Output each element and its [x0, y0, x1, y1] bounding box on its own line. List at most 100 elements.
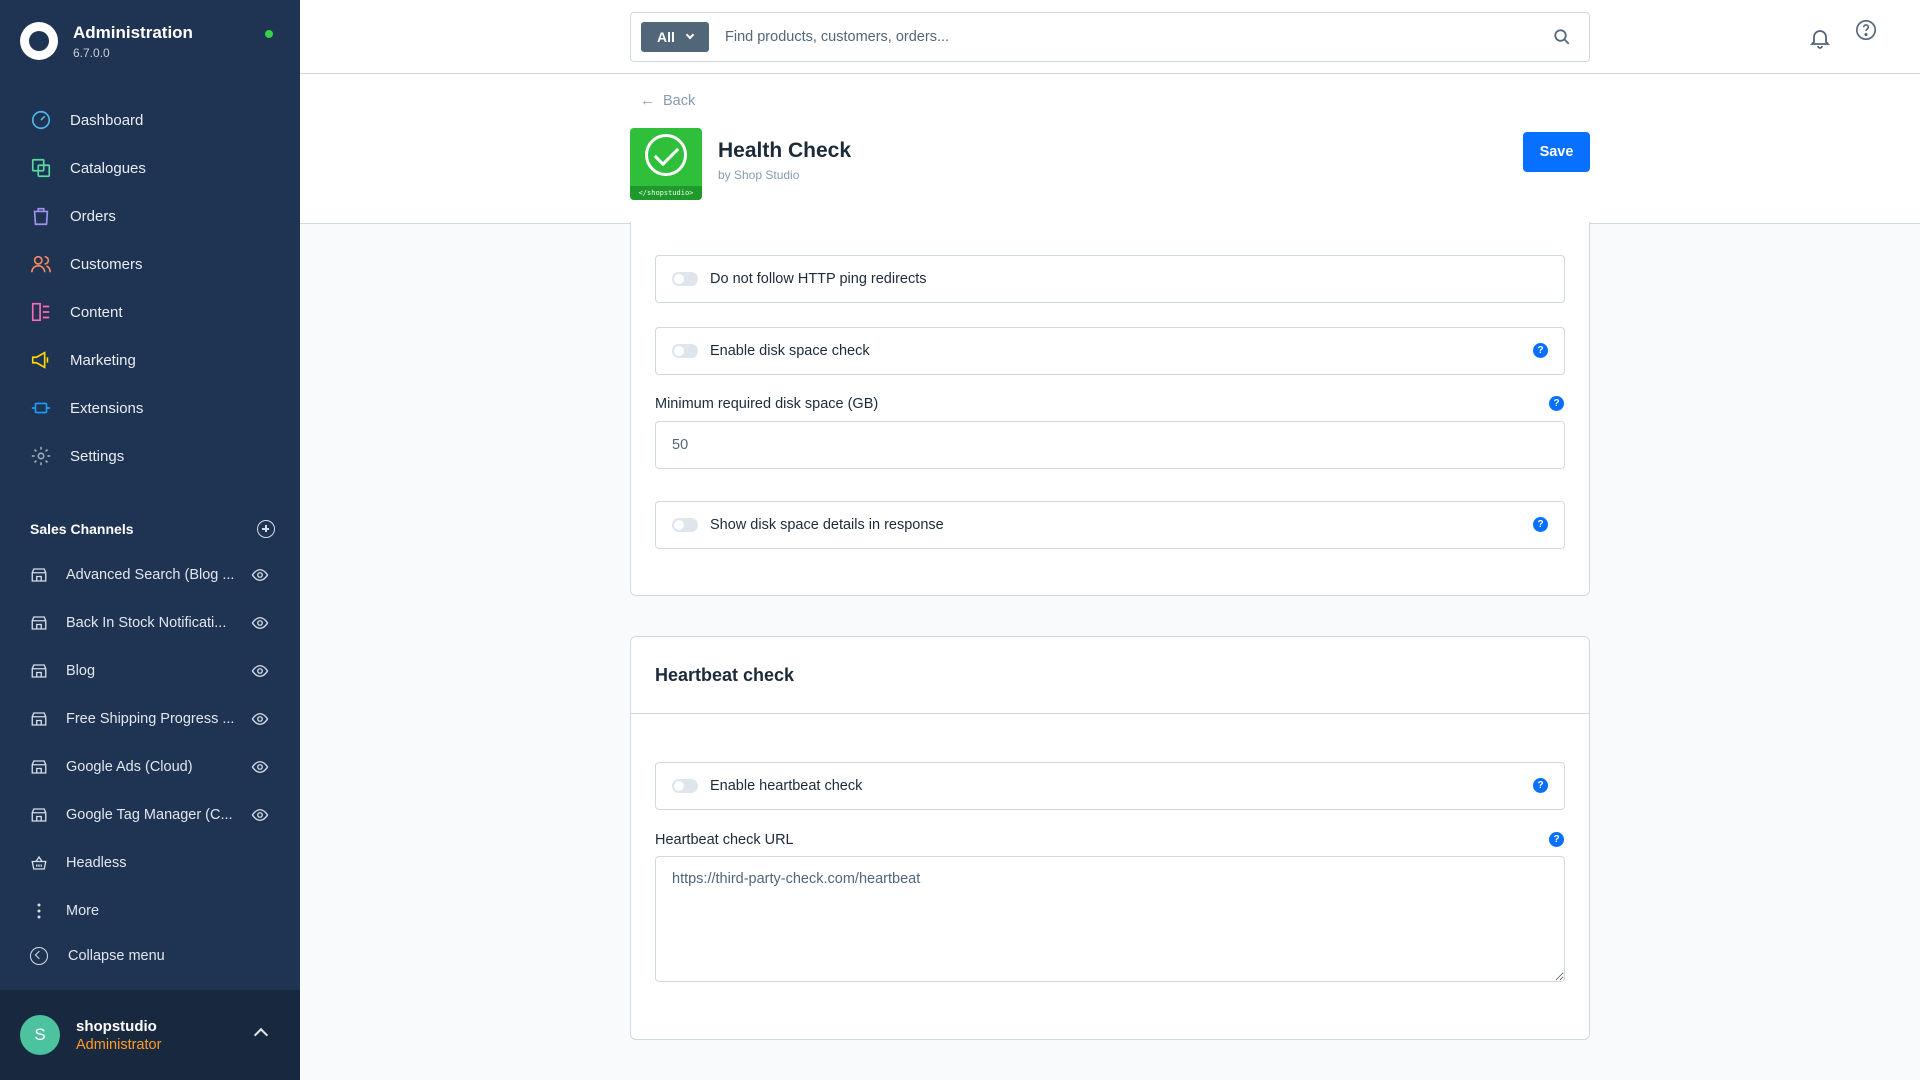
sales-channels-header: Sales Channels — [30, 520, 275, 538]
eye-icon[interactable] — [251, 614, 269, 632]
heartbeat-switch-row: Enable heartbeat check ? — [655, 762, 1565, 810]
help-icon[interactable]: ? — [1549, 396, 1564, 411]
bell-icon[interactable] — [1808, 26, 1832, 50]
sales-channels-title: Sales Channels — [30, 521, 134, 537]
min-disk-label: Minimum required disk space (GB) — [655, 396, 879, 412]
heartbeat-card-title: Heartbeat check — [631, 637, 1589, 714]
arrow-left-icon: ← — [640, 92, 655, 109]
add-sales-channel-icon[interactable] — [257, 520, 275, 538]
nav-item-catalogues[interactable]: Catalogues — [0, 144, 300, 192]
user-role: Administrator — [76, 1037, 162, 1053]
brand-title: Administration — [73, 22, 193, 42]
storefront-icon — [31, 664, 47, 678]
sales-channel-label: Free Shipping Progress ... — [66, 711, 235, 727]
nav-item-content[interactable]: Content — [0, 288, 300, 336]
search-type-dropdown[interactable]: All — [641, 22, 709, 52]
sidebar: Administration 6.7.0.0 Dashboard Catalog… — [0, 0, 300, 1080]
nav-label: Customers — [70, 255, 143, 273]
follow-redirects-toggle[interactable] — [672, 272, 698, 286]
nav-item-extensions[interactable]: Extensions — [0, 384, 300, 432]
sales-channel-item[interactable]: Google Tag Manager (C... — [0, 791, 300, 839]
help-icon[interactable]: ? — [1533, 517, 1548, 532]
eye-icon[interactable] — [251, 662, 269, 680]
heartbeat-card: Heartbeat check Enable heartbeat check ?… — [630, 636, 1590, 1040]
collapse-menu-label: Collapse menu — [68, 948, 165, 964]
eye-icon[interactable] — [251, 710, 269, 728]
sales-channel-label: Google Tag Manager (C... — [66, 807, 233, 823]
heartbeat-label: Enable heartbeat check — [710, 778, 863, 794]
nav-item-settings[interactable]: Settings — [0, 432, 300, 480]
help-icon[interactable]: ? — [1549, 832, 1564, 847]
disk-settings-card: Do not follow HTTP ping redirects Enable… — [630, 222, 1590, 596]
disk-check-switch-row: Enable disk space check ? — [655, 327, 1565, 375]
storefront-icon — [31, 568, 47, 582]
sales-channel-more[interactable]: More — [0, 887, 300, 935]
help-icon[interactable] — [1855, 19, 1877, 41]
heartbeat-url-textarea[interactable] — [655, 856, 1565, 982]
app-logo-caption: </shopstudio> — [630, 186, 702, 200]
shopware-logo-icon — [20, 22, 58, 60]
help-icon[interactable]: ? — [1533, 343, 1548, 358]
nav-item-marketing[interactable]: Marketing — [0, 336, 300, 384]
disk-details-label: Show disk space details in response — [710, 517, 944, 533]
more-vertical-icon — [37, 903, 41, 919]
save-button[interactable]: Save — [1523, 132, 1590, 172]
checkmark-icon — [645, 134, 687, 176]
sales-channel-item[interactable]: Google Ads (Cloud) — [0, 743, 300, 791]
nav-label: Extensions — [70, 399, 144, 417]
back-link[interactable]: ← Back — [640, 92, 695, 109]
min-disk-input[interactable] — [655, 421, 1565, 469]
follow-redirects-switch-row: Do not follow HTTP ping redirects — [655, 255, 1565, 303]
app-vendor: by Shop Studio — [718, 168, 800, 182]
disk-check-toggle[interactable] — [672, 344, 698, 358]
nav-label: Marketing — [70, 351, 136, 369]
global-search: All — [630, 12, 1590, 62]
nav-label: Settings — [70, 447, 125, 465]
search-type-label: All — [657, 29, 675, 45]
chevron-down-icon — [685, 30, 695, 40]
disk-check-label: Enable disk space check — [710, 343, 870, 359]
sales-channel-item[interactable]: Back In Stock Notificati... — [0, 599, 300, 647]
sales-channel-item[interactable]: Blog — [0, 647, 300, 695]
chevron-up-icon[interactable] — [253, 1027, 269, 1043]
headless-basket-icon — [31, 855, 47, 870]
search-icon[interactable] — [1553, 28, 1571, 46]
help-icon[interactable]: ? — [1533, 778, 1548, 793]
sales-channel-label: Back In Stock Notificati... — [66, 615, 227, 631]
collapse-menu-button[interactable]: Collapse menu — [30, 947, 165, 965]
customers-icon — [30, 253, 52, 275]
sales-channel-list: Advanced Search (Blog ... Back In Stock … — [0, 551, 300, 935]
extensions-icon — [30, 397, 52, 419]
sales-channel-label: Headless — [66, 855, 127, 871]
chevron-left-circle-icon — [30, 947, 48, 965]
page-title: Health Check — [718, 139, 852, 162]
status-dot — [265, 30, 273, 38]
heartbeat-url-label: Heartbeat check URL — [655, 832, 794, 848]
heartbeat-toggle[interactable] — [672, 779, 698, 793]
top-bar: All — [300, 0, 1920, 74]
sales-channel-item[interactable]: Headless — [0, 839, 300, 887]
nav-label: Dashboard — [70, 111, 144, 129]
user-menu[interactable]: S shopstudio Administrator — [0, 990, 300, 1080]
storefront-icon — [31, 712, 47, 726]
disk-details-toggle[interactable] — [672, 518, 698, 532]
eye-icon[interactable] — [251, 566, 269, 584]
dashboard-icon — [30, 109, 52, 131]
nav-item-orders[interactable]: Orders — [0, 192, 300, 240]
search-input[interactable] — [725, 29, 1545, 45]
follow-redirects-label: Do not follow HTTP ping redirects — [710, 271, 927, 287]
nav-label: Orders — [70, 207, 116, 225]
storefront-icon — [31, 616, 47, 630]
sales-channel-item[interactable]: Advanced Search (Blog ... — [0, 551, 300, 599]
nav-item-customers[interactable]: Customers — [0, 240, 300, 288]
eye-icon[interactable] — [251, 758, 269, 776]
disk-details-switch-row: Show disk space details in response ? — [655, 501, 1565, 549]
brand[interactable]: Administration 6.7.0.0 — [20, 22, 193, 60]
sales-channel-label: Blog — [66, 663, 96, 679]
sales-channel-item[interactable]: Free Shipping Progress ... — [0, 695, 300, 743]
sales-channel-label: Advanced Search (Blog ... — [66, 567, 235, 583]
eye-icon[interactable] — [251, 806, 269, 824]
page-header: ← Back </shopstudio> Health Check by Sho… — [300, 74, 1920, 224]
nav-item-dashboard[interactable]: Dashboard — [0, 96, 300, 144]
nav-label: Catalogues — [70, 159, 146, 177]
